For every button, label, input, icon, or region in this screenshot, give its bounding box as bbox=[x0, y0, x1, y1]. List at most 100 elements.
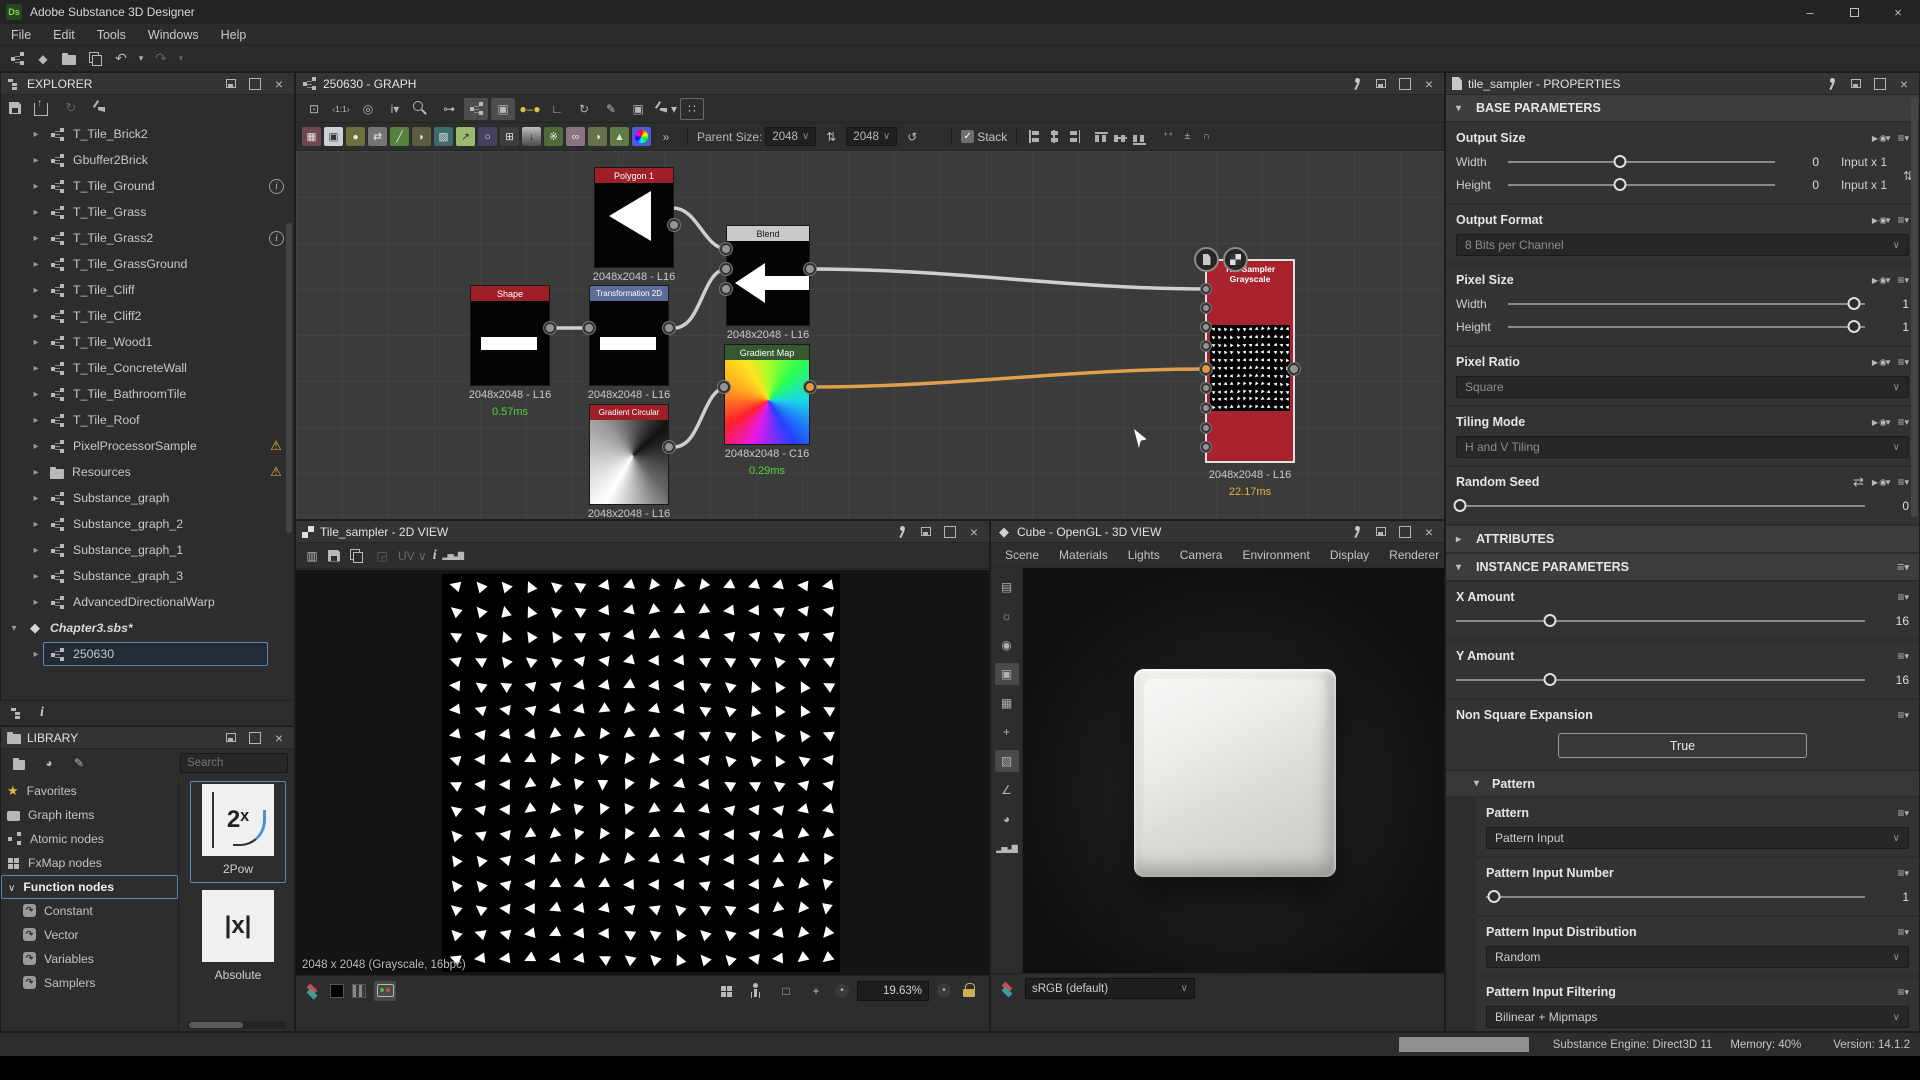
explorer-item[interactable]: T_Tile_Grass2 bbox=[1, 225, 294, 251]
background-stripes-swatch[interactable] bbox=[352, 984, 366, 998]
search-icon[interactable] bbox=[410, 98, 434, 120]
explorer-item[interactable]: T_Tile_Brick2 bbox=[1, 121, 294, 147]
view3d-menu-item[interactable]: Renderer bbox=[1379, 544, 1449, 566]
expand-chevron-icon[interactable] bbox=[29, 597, 43, 608]
tiling-grid-icon[interactable] bbox=[715, 981, 737, 1001]
output-format-select[interactable]: 8 Bits per Channel∨ bbox=[1456, 234, 1909, 256]
library-category[interactable]: FxMap nodes bbox=[1, 851, 178, 875]
node-chip-links-icon[interactable]: ∞ bbox=[566, 127, 585, 146]
layers-icon[interactable] bbox=[304, 983, 322, 999]
explorer-item[interactable]: T_Tile_BathroomTile bbox=[1, 381, 294, 407]
expand-chevron-icon[interactable] bbox=[29, 649, 43, 660]
new-package-button[interactable] bbox=[31, 48, 55, 70]
save-all-button[interactable] bbox=[83, 48, 107, 70]
geometry-cube-icon[interactable]: ▧ bbox=[995, 750, 1019, 772]
save-icon[interactable] bbox=[9, 102, 21, 114]
compute-timer-icon[interactable]: ↻ bbox=[572, 98, 596, 120]
node-polygon[interactable]: Polygon 1 2048x2048 - L16 1.32ms bbox=[595, 168, 673, 267]
node-chip-sharpen-icon[interactable]: ◗ bbox=[412, 127, 431, 146]
maximize-icon[interactable] bbox=[941, 524, 959, 540]
maximize-icon[interactable] bbox=[1871, 76, 1889, 92]
parent-height-select[interactable]: 2048∨ bbox=[846, 127, 897, 146]
menu-item[interactable]: Edit bbox=[42, 24, 86, 46]
align-right-icon[interactable] bbox=[1064, 130, 1080, 144]
input-dot[interactable] bbox=[1201, 403, 1211, 413]
histogram-icon[interactable] bbox=[443, 546, 463, 566]
open-button[interactable] bbox=[57, 48, 81, 70]
export-icon[interactable] bbox=[31, 98, 51, 118]
explorer-item[interactable]: T_Tile_Grass bbox=[1, 199, 294, 225]
input-dot[interactable] bbox=[583, 322, 595, 334]
preset-icon[interactable] bbox=[1897, 806, 1909, 820]
expand-chevron-icon[interactable] bbox=[29, 311, 43, 322]
preset-icon[interactable] bbox=[1897, 560, 1909, 574]
lock-icon[interactable] bbox=[959, 981, 981, 1001]
pattern-select[interactable]: Pattern Input∨ bbox=[1486, 827, 1909, 849]
maximize-icon[interactable] bbox=[246, 730, 264, 746]
function-icon[interactable] bbox=[1872, 215, 1890, 226]
node-gradientcircular[interactable]: Gradient Circular 2048x2048 - L16 0.34ms bbox=[590, 405, 668, 504]
refresh-icon[interactable] bbox=[61, 98, 81, 118]
output-dot[interactable] bbox=[663, 322, 675, 334]
align-bottom-icon[interactable] bbox=[1132, 129, 1146, 145]
node-chip-splatter-icon[interactable]: ⊞ bbox=[500, 127, 519, 146]
input-dot[interactable] bbox=[1201, 442, 1211, 452]
node-transformation2d[interactable]: Transformation 2D 2048x2048 - L16 0.07ms bbox=[590, 286, 668, 385]
output-dot[interactable] bbox=[663, 441, 675, 453]
output-dot[interactable] bbox=[804, 381, 816, 393]
align-left-icon[interactable] bbox=[1026, 130, 1042, 144]
atomic-node-icon[interactable] bbox=[464, 98, 488, 120]
function-icon[interactable] bbox=[1872, 417, 1890, 428]
attributes-section[interactable]: ▸ATTRIBUTES bbox=[1446, 526, 1919, 552]
close-icon[interactable]: × bbox=[270, 76, 288, 92]
close-icon[interactable]: × bbox=[1895, 76, 1913, 92]
clean-broom-icon[interactable]: ▾ bbox=[653, 98, 677, 120]
node-chip-height-icon[interactable]: ↓ bbox=[522, 127, 541, 146]
explorer-item[interactable]: T_Tile_Wood1 bbox=[1, 329, 294, 355]
node-chip-histogram-icon[interactable]: ▲ bbox=[610, 127, 629, 146]
input-dot[interactable] bbox=[718, 381, 730, 393]
info-icon[interactable]: i bbox=[433, 548, 437, 564]
pin-icon[interactable] bbox=[893, 524, 911, 540]
close-icon[interactable]: × bbox=[1420, 76, 1438, 92]
explorer-item[interactable]: T_Tile_Cliff2 bbox=[1, 303, 294, 329]
clean-icon[interactable] bbox=[91, 98, 111, 118]
maximize-icon[interactable] bbox=[1396, 76, 1414, 92]
properties-scrollbar[interactable] bbox=[1911, 97, 1918, 517]
explorer-item[interactable]: Gbuffer2Brick bbox=[1, 147, 294, 173]
pattern-badge-icon[interactable] bbox=[1223, 247, 1248, 272]
expand-chevron-icon[interactable] bbox=[29, 207, 43, 218]
tools-icon[interactable]: ✎ bbox=[599, 98, 623, 120]
visibility-icon[interactable]: ◕ bbox=[995, 808, 1019, 830]
tiling-mode-select[interactable]: H and V Tiling∨ bbox=[1456, 436, 1909, 458]
input-dot[interactable] bbox=[1201, 303, 1211, 313]
explorer-item[interactable]: T_Tile_GrassGround bbox=[1, 251, 294, 277]
node-chip-uniform-icon[interactable]: ▦ bbox=[302, 127, 321, 146]
expand-chevron-icon[interactable] bbox=[29, 467, 43, 478]
pattern-input-number-slider[interactable] bbox=[1486, 896, 1865, 898]
float-icon[interactable] bbox=[917, 524, 935, 540]
node-blend[interactable]: Blend 2048x2048 - L16 0.09ms bbox=[727, 226, 809, 325]
stack-checkbox[interactable] bbox=[961, 130, 974, 143]
bake-icon[interactable]: ▣ bbox=[626, 98, 650, 120]
random-seed-slider[interactable] bbox=[1456, 505, 1865, 507]
view3d-menu-item[interactable]: Camera bbox=[1170, 544, 1233, 566]
maximize-icon[interactable] bbox=[1396, 524, 1414, 540]
explorer-item[interactable]: Substance_graph_3 bbox=[1, 563, 294, 589]
comment-badge-icon[interactable] bbox=[1194, 247, 1219, 272]
view3d-menu-item[interactable]: Display bbox=[1320, 544, 1379, 566]
preset-icon[interactable] bbox=[1897, 131, 1909, 145]
pixel-width-slider[interactable] bbox=[1508, 303, 1865, 305]
library-category[interactable]: Function nodes bbox=[1, 875, 178, 899]
library-category[interactable]: Constant bbox=[1, 899, 178, 923]
wireframe-grid-icon[interactable]: ▦ bbox=[995, 692, 1019, 714]
node-chip-blur-icon[interactable]: ● bbox=[346, 127, 365, 146]
display-filter-icon[interactable] bbox=[374, 981, 396, 1001]
align-middle-icon[interactable] bbox=[1113, 129, 1127, 145]
expand-chevron-icon[interactable] bbox=[29, 259, 43, 270]
colorspace-select[interactable]: sRGB (default)∨ bbox=[1025, 978, 1195, 999]
output-dot[interactable] bbox=[804, 263, 816, 275]
library-category[interactable]: Atomic nodes bbox=[1, 827, 178, 851]
parent-stack-icon[interactable]: ▣ bbox=[491, 98, 515, 120]
expand-chevron-icon[interactable] bbox=[29, 337, 43, 348]
